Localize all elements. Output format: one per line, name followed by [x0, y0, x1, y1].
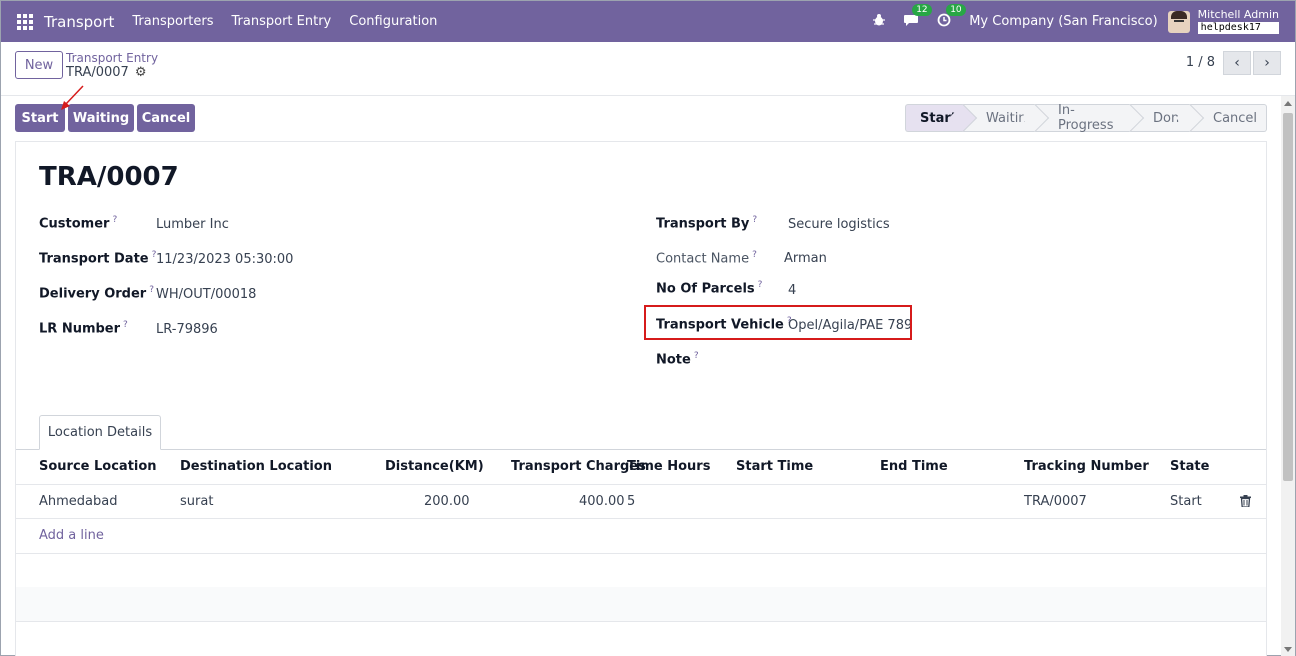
menu-transporters[interactable]: Transporters [132, 14, 213, 29]
transport-by-label: Transport By? [656, 215, 758, 232]
tab-location-details[interactable]: Location Details [39, 415, 161, 450]
tab-divider [16, 449, 1266, 450]
stage-in-progress[interactable]: In-Progress [1036, 103, 1131, 133]
col-state[interactable]: State [1170, 459, 1209, 474]
customer-field[interactable]: Lumber Inc [156, 217, 229, 232]
record-name: TRA/0007 [66, 65, 129, 80]
col-tracking-number[interactable]: Tracking Number [1024, 459, 1149, 474]
scroll-up-icon[interactable] [1284, 101, 1292, 106]
pager-previous-icon[interactable]: ‹ [1223, 51, 1251, 75]
debug-bug-icon[interactable] [873, 13, 886, 30]
parcels-label: No Of Parcels? [656, 280, 763, 297]
lr-number-field[interactable]: LR-79896 [156, 322, 218, 337]
customer-label: Customer? [39, 215, 118, 232]
cell-destination-location[interactable]: surat [180, 494, 213, 509]
cell-transport-charges[interactable]: 400.00 [579, 494, 625, 509]
top-navbar: Transport Transporters Transport Entry C… [1, 1, 1295, 42]
cell-source-location[interactable]: Ahmedabad [39, 494, 117, 509]
messages-count-badge: 12 [912, 3, 932, 16]
start-button[interactable]: Start [15, 104, 65, 132]
cell-time-hours[interactable]: 5 [627, 494, 635, 509]
note-label: Note? [656, 351, 699, 368]
contact-name-field[interactable]: Arman [784, 251, 827, 266]
menu-transport-entry[interactable]: Transport Entry [232, 14, 332, 29]
messages-icon[interactable]: 12 [903, 3, 932, 31]
col-destination-location[interactable]: Destination Location [180, 459, 332, 474]
record-title: TRA/0007 [39, 162, 179, 192]
add-line-link[interactable]: Add a line [39, 528, 104, 543]
status-bar: Start Waiting In-Progress Done Cancel [905, 103, 1267, 133]
annotation-arrow-icon [61, 85, 84, 110]
scrollbar-thumb[interactable] [1283, 113, 1293, 481]
transport-by-field[interactable]: Secure logistics [788, 217, 890, 232]
parcels-field[interactable]: 4 [788, 283, 796, 298]
menu-configuration[interactable]: Configuration [349, 14, 437, 29]
row-divider [16, 484, 1266, 485]
col-source-location[interactable]: Source Location [39, 459, 157, 474]
cell-distance[interactable]: 200.00 [424, 494, 470, 509]
user-avatar[interactable] [1167, 10, 1190, 33]
database-name: helpdesk17 [1197, 22, 1279, 34]
user-menu[interactable]: Mitchell Admin helpdesk17 [1197, 8, 1279, 34]
lr-number-label: LR Number? [39, 320, 128, 337]
col-distance[interactable]: Distance(KM) [385, 459, 484, 474]
user-name: Mitchell Admin [1197, 8, 1279, 21]
row-divider [16, 621, 1266, 622]
gear-icon[interactable]: ⚙ [135, 65, 147, 80]
control-panel: New Transport Entry TRA/0007 ⚙ 1 / 8 ‹ › [1, 42, 1295, 96]
stage-start[interactable]: Start [905, 104, 964, 132]
apps-menu-icon[interactable] [17, 13, 33, 30]
row-divider [16, 518, 1266, 519]
new-button[interactable]: New [15, 51, 63, 79]
cell-tracking-number[interactable]: TRA/0007 [1024, 494, 1087, 509]
pager-value[interactable]: 1 / 8 [1186, 55, 1215, 70]
activity-clock-icon[interactable]: 10 [937, 3, 966, 31]
highlight-box [644, 305, 912, 340]
breadcrumb-transport-entry[interactable]: Transport Entry [66, 51, 158, 65]
col-time-hours[interactable]: Time Hours [627, 459, 710, 474]
delivery-order-field[interactable]: WH/OUT/00018 [156, 287, 256, 302]
action-buttons: Start Waiting Cancel [15, 104, 198, 132]
col-end-time[interactable]: End Time [880, 459, 948, 474]
row-divider [16, 553, 1266, 554]
col-transport-charges[interactable]: Transport Charges [511, 459, 646, 474]
breadcrumb-record: TRA/0007 ⚙ [66, 65, 146, 80]
empty-row [16, 587, 1266, 621]
transport-date-label: Transport Date? [39, 250, 157, 267]
contact-name-label: Contact Name? [656, 250, 757, 267]
scroll-down-icon[interactable] [1284, 647, 1292, 652]
company-switcher[interactable]: My Company (San Francisco) [969, 14, 1157, 29]
delivery-order-label: Delivery Order? [39, 285, 154, 302]
cell-state[interactable]: Start [1170, 494, 1202, 509]
pager-next-icon[interactable]: › [1253, 51, 1281, 75]
app-title[interactable]: Transport [44, 13, 114, 31]
transport-date-field[interactable]: 11/23/2023 05:30:00 [156, 252, 293, 267]
col-start-time[interactable]: Start Time [736, 459, 813, 474]
cancel-button[interactable]: Cancel [137, 104, 195, 132]
form-sheet: TRA/0007 Customer? Lumber Inc Transport … [15, 141, 1267, 656]
trash-icon[interactable] [1240, 495, 1251, 507]
activity-count-badge: 10 [946, 3, 966, 16]
